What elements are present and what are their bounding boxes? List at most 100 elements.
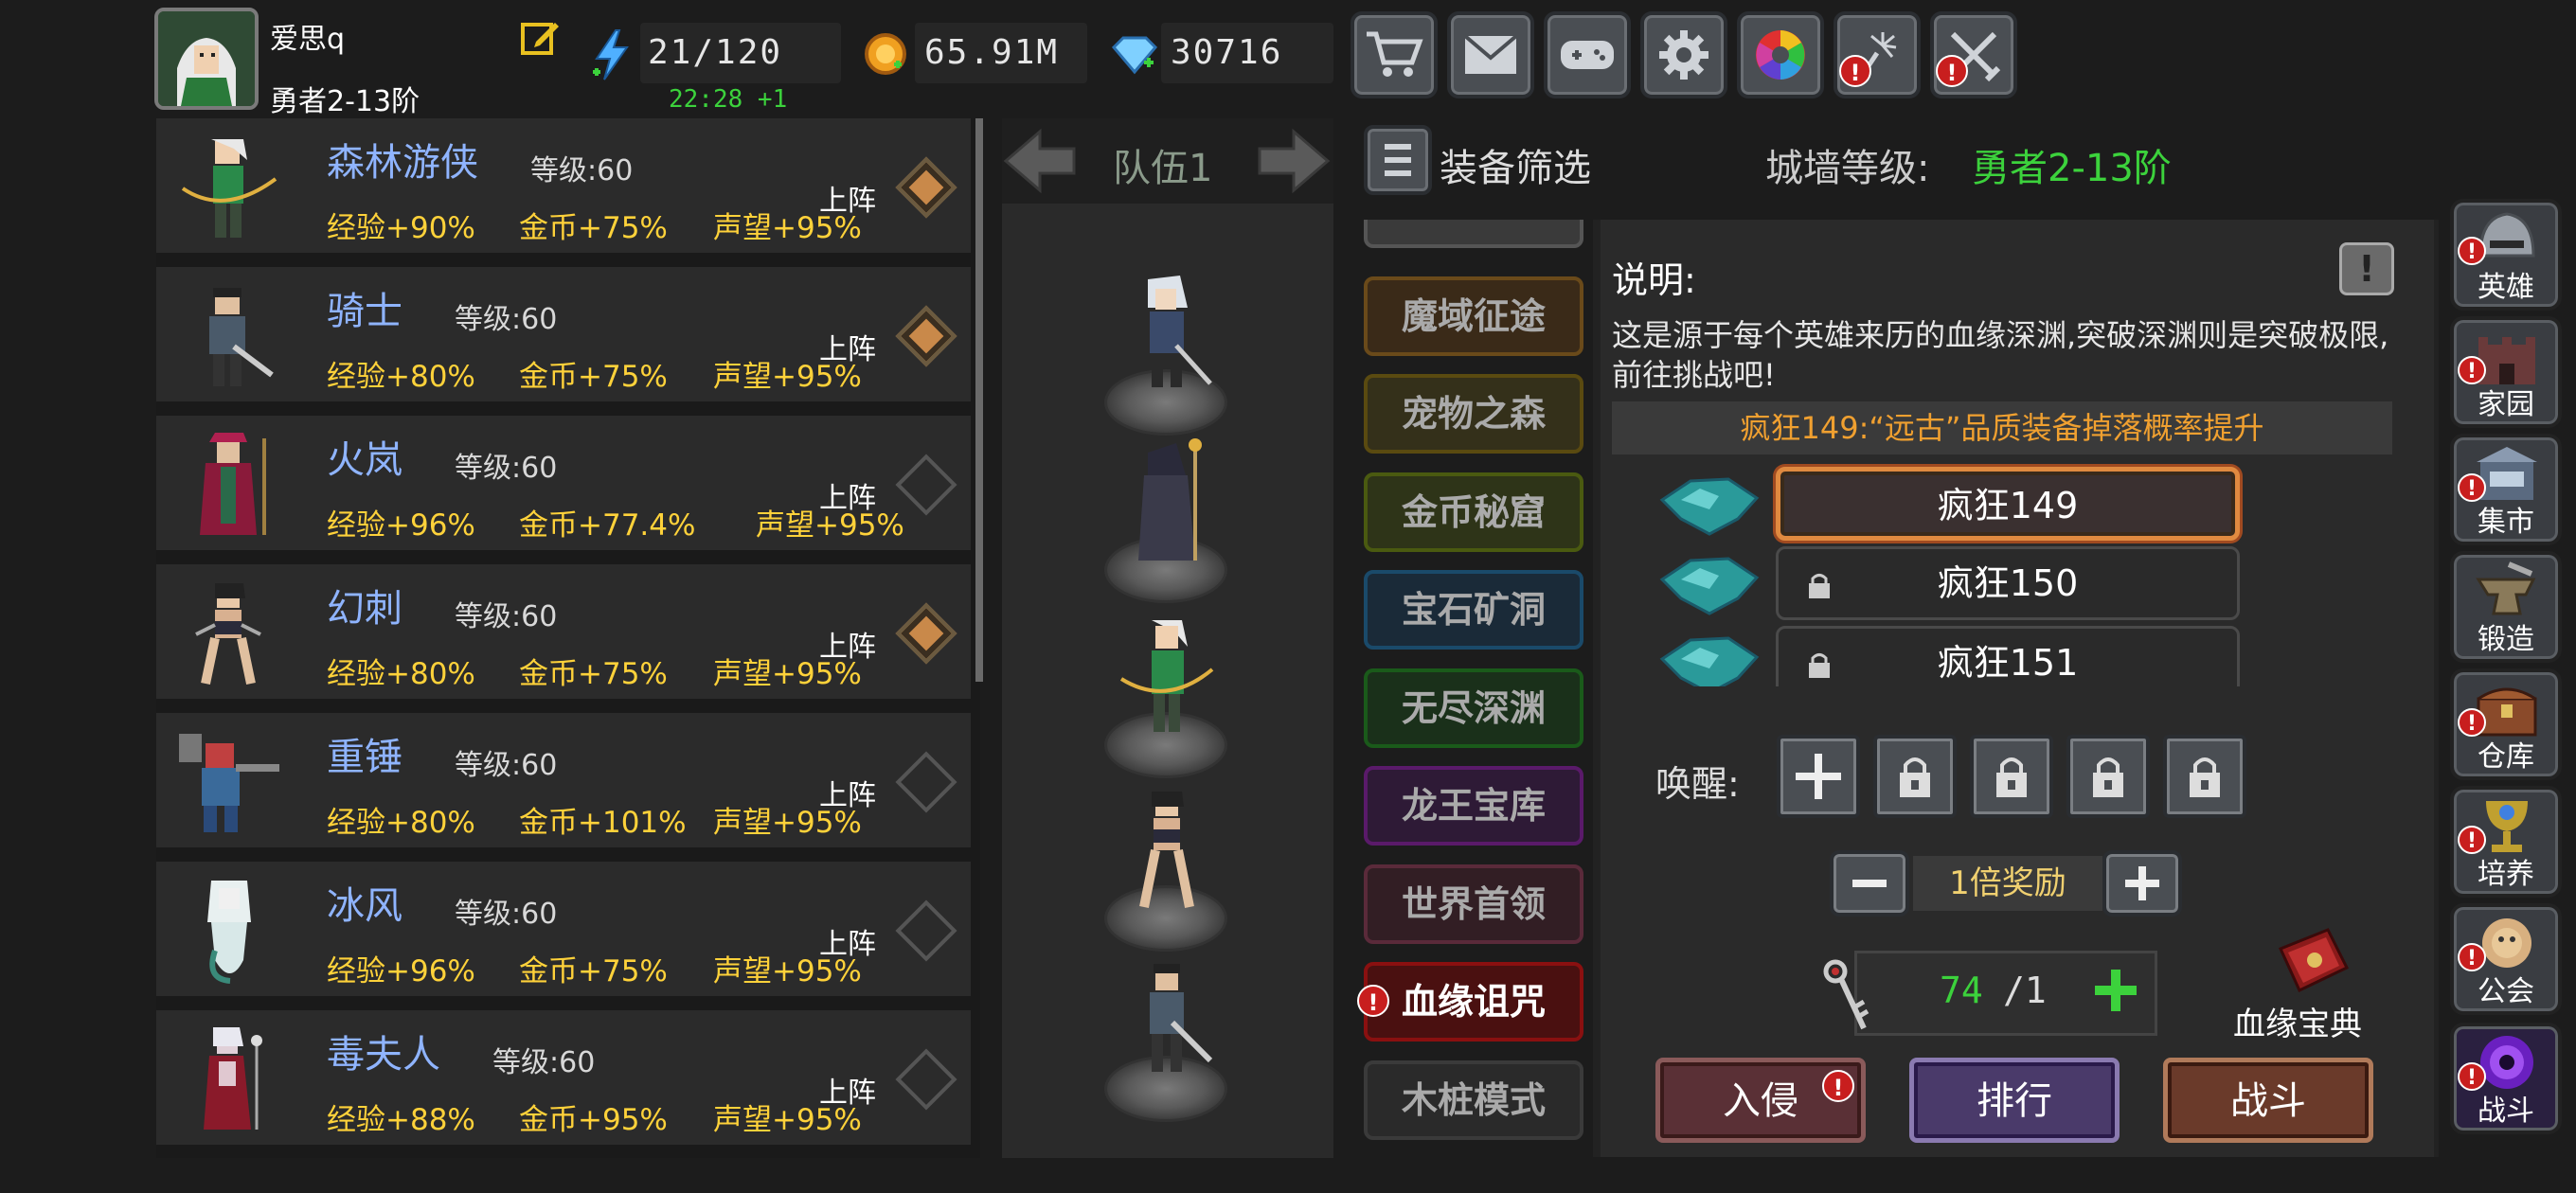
shop-button[interactable] [1351, 11, 1438, 98]
mode-button[interactable]: 金币秘窟 [1364, 472, 1583, 552]
stage-row[interactable]: 疯狂150 [1653, 546, 2240, 622]
stage-row[interactable]: 疯狂151 [1653, 626, 2240, 686]
arrow-left-icon [1003, 128, 1076, 194]
deploy-toggle[interactable] [895, 305, 957, 367]
awaken-locked-slot[interactable] [1970, 735, 2053, 818]
deploy-toggle[interactable] [895, 454, 957, 516]
mode-button[interactable]: 世界首领 [1364, 864, 1583, 944]
edit-name-icon[interactable] [519, 17, 561, 59]
color-button[interactable] [1737, 11, 1824, 98]
bonus-text: 疯狂149:“远古”品质装备掉落概率提升 [1612, 401, 2392, 454]
battle-button[interactable]: 战斗 [2163, 1058, 2373, 1143]
nav-cultivate-alert: ! [2458, 826, 2486, 854]
info-button[interactable]: ! [2339, 242, 2394, 295]
team-hero-ranger-icon [1119, 620, 1214, 732]
team-slot[interactable] [1099, 956, 1236, 1122]
stage-row[interactable]: 疯狂149 [1653, 467, 2240, 543]
hero-level: 等级:60 [455, 452, 558, 485]
awaken-add-slot[interactable] [1777, 735, 1860, 818]
deploy-toggle[interactable] [895, 602, 957, 665]
deploy-label: 上阵 [819, 928, 876, 961]
prev-team-button[interactable] [1002, 128, 1078, 194]
player-avatar[interactable] [154, 8, 259, 110]
reward-decrease-button[interactable] [1830, 850, 1909, 917]
player-rank: 勇者2-13阶 [270, 85, 420, 118]
stage-bar[interactable]: 疯狂149 [1776, 467, 2240, 541]
hero-row[interactable]: 幻刺 等级:60 经验+80% 金币+75% 声望+95% 上阵 [156, 564, 971, 699]
awaken-locked-slot[interactable] [2163, 735, 2246, 818]
nav-label: 公会 [2478, 975, 2534, 1008]
mode-button[interactable]: 宠物之森 [1364, 374, 1583, 454]
nav-forge[interactable]: 锻造 [2450, 551, 2562, 663]
hero-list-scrollbar[interactable] [975, 118, 983, 682]
team-slot[interactable] [1099, 786, 1236, 952]
mode-button-hidden[interactable] [1364, 220, 1583, 248]
team-slot[interactable] [1099, 437, 1236, 603]
equipment-filter-label[interactable]: 装备筛选 [1440, 137, 1591, 192]
hero-row[interactable]: 冰风 等级:60 经验+96% 金币+75% 声望+95% 上阵 [156, 862, 971, 996]
deploy-toggle[interactable] [895, 156, 957, 219]
hero-level: 等级:60 [530, 154, 634, 187]
mode-button[interactable]: 魔域征途 [1364, 276, 1583, 356]
next-team-button[interactable] [1256, 128, 1332, 194]
hero-row[interactable]: 火岚 等级:60 经验+96% 金币+77.4% 声望+95% 上阵 [156, 416, 971, 550]
add-ticket-button[interactable] [2091, 966, 2140, 1015]
hero-name: 幻刺 [327, 587, 402, 631]
description-title: 说明: [1612, 259, 1696, 301]
hero-sprite-knight-icon [209, 288, 274, 386]
hero-row[interactable]: 毒夫人 等级:60 经验+88% 金币+95% 声望+95% 上阵 [156, 1010, 971, 1145]
mode-alert-badge: ! [1357, 985, 1389, 1017]
mail-button[interactable] [1447, 11, 1534, 98]
hero-stats: 经验+80% 金币+75% 声望+95% [327, 360, 862, 394]
lock-icon [1809, 653, 1830, 678]
mail-icon [1463, 34, 1518, 74]
mode-button[interactable]: 无尽深渊 [1364, 668, 1583, 748]
hero-sprite-mage-icon [200, 433, 266, 535]
stage-bar[interactable]: 疯狂151 [1776, 626, 2240, 686]
bloodline-codex-button[interactable] [2271, 920, 2352, 1002]
stage-list[interactable]: 疯狂149 疯狂150 疯狂151 [1648, 459, 2254, 686]
gamepad-button[interactable] [1544, 11, 1631, 98]
floating-island-icon [1659, 557, 1760, 615]
deploy-toggle[interactable] [895, 1048, 957, 1111]
hero-stats: 经验+96% 金币+75% 声望+95% [327, 954, 862, 988]
hero-list[interactable]: 森林游侠 等级:60 经验+90% 金币+75% 声望+95% 上阵 骑士 等级:6… [156, 118, 980, 1158]
nav-warehouse-alert: ! [2458, 708, 2486, 737]
ranking-button[interactable]: 排行 [1909, 1058, 2120, 1143]
mode-button-selected[interactable]: 血缘诅咒 [1364, 962, 1583, 1042]
nav-label: 英雄 [2478, 271, 2534, 304]
hero-sprite-poison-lady-icon [204, 1027, 262, 1130]
awaken-locked-slot[interactable] [1873, 735, 1957, 818]
deploy-toggle[interactable] [895, 899, 957, 962]
deploy-label: 上阵 [819, 333, 876, 366]
team-slot[interactable] [1099, 613, 1236, 778]
energy-timer: 22:28 +1 [669, 85, 788, 114]
awaken-locked-slot[interactable] [2066, 735, 2150, 818]
hero-stats: 经验+80% 金币+101% 声望+95% [327, 806, 862, 840]
team-slot[interactable] [1099, 270, 1236, 436]
deploy-label: 上阵 [819, 779, 876, 812]
nav-label: 仓库 [2478, 740, 2534, 774]
mode-button[interactable]: 宝石矿洞 [1364, 570, 1583, 650]
hero-row[interactable]: 重锤 等级:60 经验+80% 金币+101% 声望+95% 上阵 [156, 713, 971, 847]
hero-name: 毒夫人 [327, 1033, 440, 1077]
battle-pass-button[interactable] [1930, 11, 2017, 98]
nav-label: 锻造 [2478, 623, 2534, 656]
equipment-filter-button[interactable] [1364, 125, 1432, 195]
team-hero-swordsman-icon [1148, 276, 1212, 387]
mode-button[interactable]: 木桩模式 [1364, 1060, 1583, 1140]
mode-button[interactable]: 龙王宝库 [1364, 766, 1583, 846]
hero-row[interactable]: 骑士 等级:60 经验+80% 金币+75% 声望+95% 上阵 [156, 267, 971, 401]
hero-row[interactable]: 森林游侠 等级:60 经验+90% 金币+75% 声望+95% 上阵 [156, 118, 971, 253]
deploy-toggle[interactable] [895, 751, 957, 813]
settings-button[interactable] [1640, 11, 1727, 98]
events-button[interactable] [1834, 11, 1921, 98]
hero-name: 骑士 [327, 290, 402, 333]
reward-increase-button[interactable] [2102, 850, 2182, 917]
stage-bar[interactable]: 疯狂150 [1776, 546, 2240, 620]
deploy-label: 上阵 [819, 185, 876, 218]
hero-sprite-hammer-icon [179, 734, 279, 832]
lock-icon [2093, 757, 2123, 797]
nav-heroes-alert: ! [2458, 237, 2486, 265]
hero-name: 森林游侠 [327, 141, 478, 185]
